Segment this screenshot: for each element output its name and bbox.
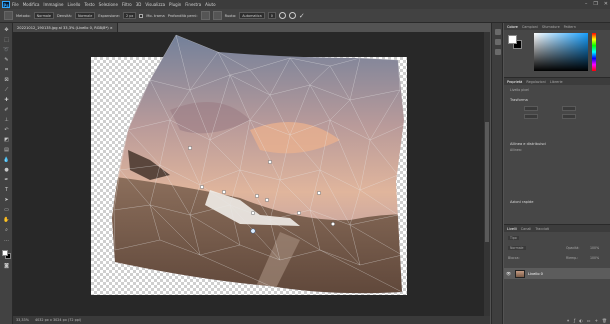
layer-name[interactable]: Livello 0 bbox=[528, 272, 543, 276]
maximize-icon[interactable]: ❐ bbox=[593, 1, 597, 7]
transform-height-field[interactable] bbox=[562, 106, 576, 111]
color-panel-tabs: Colore Campioni Sfumature Pattern bbox=[504, 23, 610, 30]
new-layer-icon[interactable]: + bbox=[595, 318, 598, 324]
tab-campioni[interactable]: Campioni bbox=[522, 25, 538, 29]
layer-row[interactable]: 👁 Livello 0 bbox=[504, 268, 610, 279]
status-bar: 33,33% 4032 px x 3024 px (72 ppi) bbox=[13, 316, 490, 324]
transform-width-field[interactable] bbox=[524, 106, 538, 111]
warp-pin[interactable] bbox=[297, 210, 302, 215]
warp-pin-selected[interactable] bbox=[250, 228, 256, 234]
blend-mode-select[interactable]: Normale bbox=[508, 246, 526, 250]
window-controls: – ❐ ✕ bbox=[585, 1, 608, 7]
layer-type-label: Livello pixel bbox=[510, 88, 529, 92]
color-picker-field[interactable] bbox=[534, 33, 588, 71]
tab-tracciati[interactable]: Tracciati bbox=[535, 227, 549, 231]
mask-icon[interactable]: ◐ bbox=[579, 318, 583, 324]
tab-colore[interactable]: Colore bbox=[507, 25, 518, 29]
layer-thumbnail bbox=[515, 269, 525, 278]
link-layers-icon[interactable]: ⚭ bbox=[567, 318, 570, 324]
opacity-value[interactable]: 100% bbox=[590, 246, 599, 250]
puppet-warp-overlay[interactable] bbox=[0, 0, 490, 316]
tab-sfumature[interactable]: Sfumature bbox=[542, 25, 560, 29]
warp-pin[interactable] bbox=[265, 197, 270, 202]
layers-footer: ⚭ ƒ ◐ ▭ + 🗑 bbox=[504, 318, 610, 324]
fill-value[interactable]: 100% bbox=[590, 256, 599, 260]
tab-livelli[interactable]: Livelli bbox=[507, 227, 517, 231]
brush-panel-icon[interactable] bbox=[495, 49, 501, 55]
tab-librerie[interactable]: Librerie bbox=[550, 80, 563, 84]
warp-pin[interactable] bbox=[317, 190, 322, 195]
trash-icon[interactable]: 🗑 bbox=[602, 318, 607, 324]
layers-panel: Livelli Canali Tracciati Tipo Normale Op… bbox=[504, 224, 610, 324]
transform-x-field[interactable] bbox=[524, 114, 538, 119]
new-folder-icon[interactable]: ▭ bbox=[587, 318, 591, 324]
right-panels: Colore Campioni Sfumature Pattern Propri… bbox=[504, 23, 610, 324]
tab-canali[interactable]: Canali bbox=[521, 227, 532, 231]
document-info: 4032 px x 3024 px (72 ppi) bbox=[34, 318, 82, 322]
lock-label: Blocca: bbox=[508, 256, 520, 260]
foreground-color-icon[interactable] bbox=[2, 250, 8, 256]
vertical-scrollbar[interactable] bbox=[484, 32, 490, 316]
layer-filter-input[interactable]: Tipo bbox=[508, 236, 519, 240]
warp-pin[interactable] bbox=[187, 145, 192, 150]
opacity-label: Opacità: bbox=[566, 246, 580, 250]
color-panel: Colore Campioni Sfumature Pattern bbox=[504, 23, 610, 75]
hue-slider[interactable] bbox=[592, 33, 596, 71]
layers-panel-tabs: Livelli Canali Tracciati bbox=[504, 225, 610, 232]
warp-pin[interactable] bbox=[199, 184, 204, 189]
warp-pin[interactable] bbox=[250, 210, 255, 215]
tab-regolazioni[interactable]: Regolazioni bbox=[526, 80, 545, 84]
align-label: Allinea: bbox=[510, 148, 522, 152]
tab-proprieta[interactable]: Proprietà bbox=[507, 80, 522, 84]
transform-y-field[interactable] bbox=[562, 114, 576, 119]
transform-section-title[interactable]: Trasforma bbox=[510, 98, 528, 102]
zoom-level[interactable]: 33,33% bbox=[16, 318, 29, 322]
actions-panel-icon[interactable] bbox=[495, 39, 501, 45]
fill-label: Riemp.: bbox=[566, 256, 579, 260]
properties-panel: Proprietà Regolazioni Librerie Livello p… bbox=[504, 77, 610, 222]
align-section-title[interactable]: Allinea e distribuisci bbox=[510, 142, 546, 146]
quick-actions-title[interactable]: Azioni rapide bbox=[510, 200, 533, 204]
warp-pin[interactable] bbox=[331, 221, 336, 226]
properties-panel-tabs: Proprietà Regolazioni Librerie bbox=[504, 78, 610, 85]
tab-pattern[interactable]: Pattern bbox=[564, 25, 576, 29]
fx-icon[interactable]: ƒ bbox=[574, 318, 575, 324]
warp-pin[interactable] bbox=[254, 193, 259, 198]
warp-pin[interactable] bbox=[268, 159, 273, 164]
eye-icon[interactable]: 👁 bbox=[506, 271, 512, 276]
warp-pin[interactable] bbox=[221, 189, 226, 194]
scrollbar-thumb[interactable] bbox=[485, 122, 489, 242]
foreground-swatch[interactable] bbox=[508, 35, 517, 44]
collapsed-panel-dock bbox=[491, 23, 503, 324]
minimize-icon[interactable]: – bbox=[585, 1, 588, 7]
close-icon[interactable]: ✕ bbox=[604, 1, 608, 7]
history-panel-icon[interactable] bbox=[495, 29, 501, 35]
warped-photo bbox=[112, 35, 404, 294]
